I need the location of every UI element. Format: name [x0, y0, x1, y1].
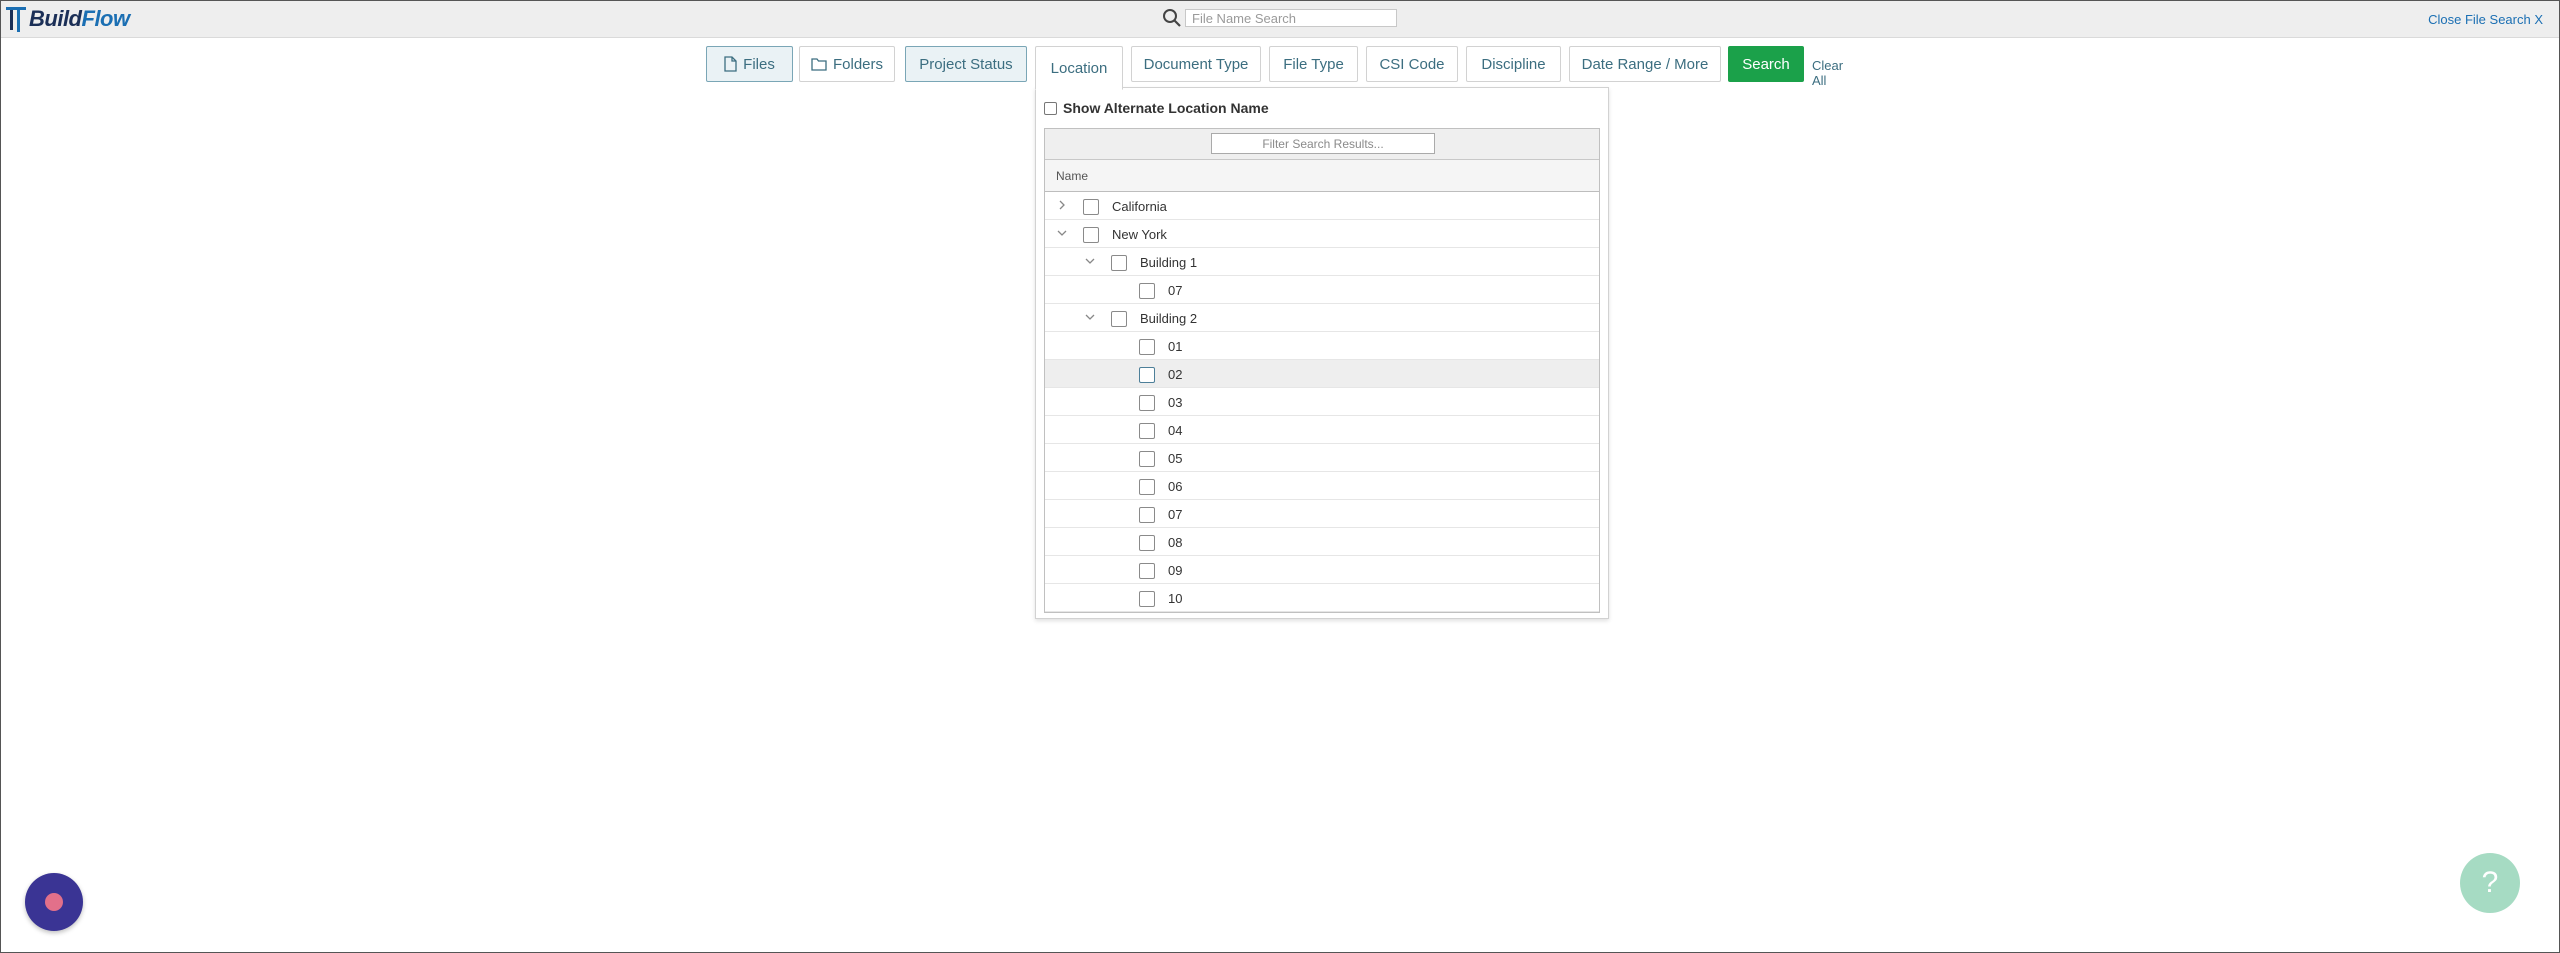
- tree-row[interactable]: 06: [1045, 472, 1599, 500]
- tree-row[interactable]: 07: [1045, 500, 1599, 528]
- show-alternate-location-name[interactable]: Show Alternate Location Name: [1044, 100, 1269, 116]
- tab-discipline-label: Discipline: [1481, 55, 1546, 73]
- location-tree-rows: California New York Building 1 07 Building 2…: [1045, 192, 1599, 612]
- tree-row-checkbox[interactable]: [1083, 227, 1099, 243]
- brand-name-part2: Flow: [81, 6, 131, 31]
- tab-file-type[interactable]: File Type: [1269, 46, 1358, 82]
- tab-date-range-more[interactable]: Date Range / More: [1569, 46, 1721, 82]
- tree-row[interactable]: 07: [1045, 276, 1599, 304]
- tree-row[interactable]: 01: [1045, 332, 1599, 360]
- tree-row-label: 07: [1168, 507, 1183, 522]
- help-button[interactable]: ?: [2460, 853, 2520, 913]
- chevron-down-icon[interactable]: [1084, 255, 1096, 267]
- tree-row[interactable]: 03: [1045, 388, 1599, 416]
- brand-name-part1: Build: [29, 6, 82, 31]
- grid-filter-bar: [1045, 129, 1599, 160]
- tab-location[interactable]: Location: [1035, 46, 1123, 90]
- tab-document-type-label: Document Type: [1143, 55, 1249, 73]
- search-button[interactable]: Search: [1728, 46, 1804, 82]
- close-file-search-link[interactable]: Close File Search X: [2428, 12, 2543, 27]
- app-logo-text: BuildFlow: [29, 6, 130, 32]
- chevron-right-icon[interactable]: [1056, 199, 1068, 211]
- tree-row[interactable]: New York: [1045, 220, 1599, 248]
- tab-location-label: Location: [1050, 59, 1108, 77]
- tree-row[interactable]: 10: [1045, 584, 1599, 612]
- tree-row-checkbox[interactable]: [1139, 507, 1155, 523]
- tree-row-checkbox[interactable]: [1139, 591, 1155, 607]
- tree-row-label: 05: [1168, 451, 1183, 466]
- tree-row-checkbox[interactable]: [1111, 255, 1127, 271]
- tree-row-label: 06: [1168, 479, 1183, 494]
- chat-widget-button[interactable]: [25, 873, 83, 931]
- chevron-down-icon[interactable]: [1056, 227, 1068, 239]
- tree-row-checkbox[interactable]: [1139, 479, 1155, 495]
- tab-csi-code[interactable]: CSI Code: [1366, 46, 1458, 82]
- tab-files[interactable]: Files: [706, 46, 793, 82]
- app-logo[interactable]: BuildFlow: [5, 3, 130, 35]
- tree-row-label: 07: [1168, 283, 1183, 298]
- search-icon[interactable]: [1161, 8, 1183, 28]
- filter-search-results-input[interactable]: [1211, 133, 1435, 154]
- tree-row[interactable]: 02: [1045, 360, 1599, 388]
- tree-row-checkbox[interactable]: [1139, 339, 1155, 355]
- tree-row-checkbox[interactable]: [1139, 367, 1155, 383]
- file-icon: [724, 56, 737, 72]
- tree-row-checkbox[interactable]: [1083, 199, 1099, 215]
- grid-column-header[interactable]: Name: [1045, 160, 1599, 192]
- chevron-down-icon[interactable]: [1084, 311, 1096, 323]
- tab-csi-code-label: CSI Code: [1379, 55, 1445, 73]
- tab-date-range-more-label: Date Range / More: [1581, 55, 1709, 73]
- tree-row[interactable]: 08: [1045, 528, 1599, 556]
- top-bar: BuildFlow Close File Search X: [1, 1, 2559, 38]
- tree-row-label: New York: [1112, 227, 1167, 242]
- tab-folders[interactable]: Folders: [799, 46, 895, 82]
- file-name-search-input[interactable]: [1185, 9, 1397, 27]
- tree-row-label: 01: [1168, 339, 1183, 354]
- tree-row-checkbox[interactable]: [1111, 311, 1127, 327]
- show-alternate-location-name-checkbox[interactable]: [1044, 101, 1057, 115]
- tab-files-label: Files: [743, 55, 775, 73]
- tree-row[interactable]: Building 2: [1045, 304, 1599, 332]
- folder-icon: [811, 58, 827, 71]
- tree-row-label: 09: [1168, 563, 1183, 578]
- tree-row-checkbox[interactable]: [1139, 395, 1155, 411]
- tab-discipline[interactable]: Discipline: [1466, 46, 1561, 82]
- tree-row-label: 02: [1168, 367, 1183, 382]
- tab-document-type[interactable]: Document Type: [1131, 46, 1261, 82]
- show-alternate-location-name-label: Show Alternate Location Name: [1063, 100, 1269, 116]
- help-icon: ?: [2481, 866, 2499, 899]
- tree-row-checkbox[interactable]: [1139, 451, 1155, 467]
- tree-row-label: Building 1: [1140, 255, 1198, 270]
- buildflow-logo-icon: [6, 7, 26, 32]
- tab-project-status[interactable]: Project Status: [905, 46, 1027, 82]
- tree-row-checkbox[interactable]: [1139, 283, 1155, 299]
- clear-all-link[interactable]: Clear All: [1812, 58, 1843, 88]
- tree-row-checkbox[interactable]: [1139, 423, 1155, 439]
- tree-row[interactable]: 04: [1045, 416, 1599, 444]
- tree-row-label: California: [1112, 199, 1167, 214]
- tree-row[interactable]: 05: [1045, 444, 1599, 472]
- tab-folders-label: Folders: [832, 55, 884, 73]
- file-name-search: [1161, 8, 1401, 28]
- tree-row[interactable]: Building 1: [1045, 248, 1599, 276]
- tree-row-label: 04: [1168, 423, 1183, 438]
- tree-row-label: 03: [1168, 395, 1183, 410]
- column-header-name: Name: [1056, 168, 1089, 183]
- tab-project-status-label: Project Status: [919, 55, 1013, 73]
- tree-row[interactable]: 09: [1045, 556, 1599, 584]
- tree-row-checkbox[interactable]: [1139, 563, 1155, 579]
- tree-row-label: 08: [1168, 535, 1183, 550]
- tree-row-checkbox[interactable]: [1139, 535, 1155, 551]
- chat-widget-icon: [45, 893, 63, 911]
- tree-row-label: Building 2: [1140, 311, 1198, 326]
- location-tree-grid: Name California New York Building 1 07 Build…: [1044, 128, 1600, 613]
- tree-row-label: 10: [1168, 591, 1183, 606]
- tree-row[interactable]: California: [1045, 192, 1599, 220]
- location-filter-panel: Show Alternate Location Name Name Califo…: [1035, 87, 1609, 619]
- tab-file-type-label: File Type: [1283, 55, 1344, 73]
